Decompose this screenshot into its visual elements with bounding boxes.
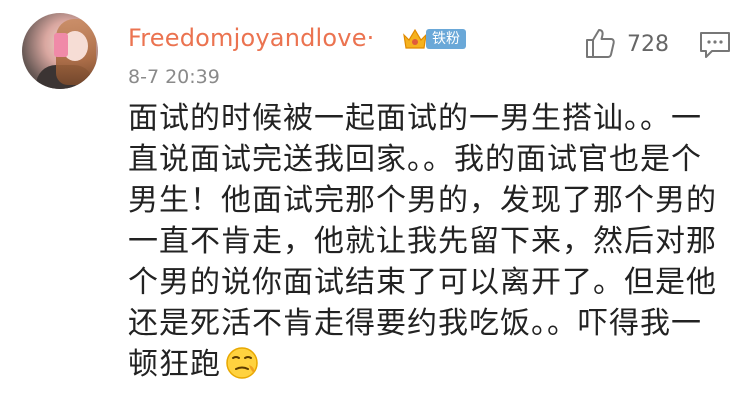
comment-line: 一直不肯走，他就让我先留下来，然后对那: [128, 224, 717, 259]
user-avatar[interactable]: [22, 13, 98, 89]
comment-icon: [700, 32, 730, 58]
username-link[interactable]: Freedomjoyandlove·: [128, 24, 374, 52]
reply-button[interactable]: [698, 30, 732, 60]
comment-timestamp: 8-7 20:39: [128, 66, 220, 88]
comment-line: 面试的时候被一起面试的一男生搭讪。。一: [128, 101, 702, 136]
comment-line: 男生！他面试完那个男的，发现了那个男的: [128, 183, 717, 218]
avatar-figure-phone: [54, 33, 68, 57]
comment-line: 还是死活不肯走得要约我吃饭。。吓得我一: [128, 306, 702, 341]
like-count: 728: [627, 32, 669, 57]
comment-text: 面试的时候被一起面试的一男生搭讪。。一 直说面试完送我回家。。我的面试官也是个 …: [128, 98, 728, 385]
crown-icon: [403, 28, 427, 49]
awkward-face-emoji-icon: [226, 346, 258, 379]
like-button[interactable]: 728: [583, 26, 683, 62]
comment-line-text: 顿狂跑: [128, 347, 221, 382]
comment-last-line: 顿狂跑: [128, 344, 728, 385]
comment-line: 直说面试完送我回家。。我的面试官也是个: [128, 142, 702, 177]
comment-line: 个男的说你面试结束了可以离开了。但是他: [128, 265, 717, 300]
thumbs-up-icon: [586, 29, 615, 58]
fan-badge[interactable]: 铁粉: [402, 26, 468, 52]
badge-label: 铁粉: [426, 29, 466, 49]
